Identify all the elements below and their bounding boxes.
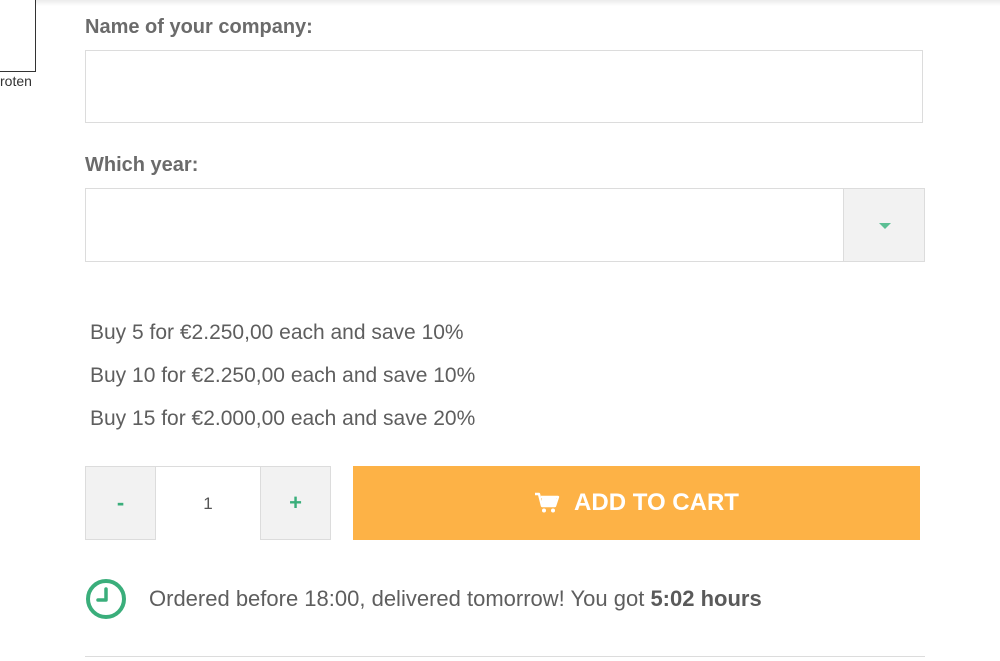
company-name-input[interactable] <box>85 50 923 123</box>
quantity-increase-button[interactable]: + <box>260 467 330 539</box>
clock-icon <box>86 579 126 619</box>
year-select[interactable] <box>85 188 925 262</box>
discount-tier-1: Buy 5 for €2.250,00 each and save 10% <box>90 321 464 344</box>
thumbnail-caption: roten <box>0 73 32 89</box>
top-shadow <box>0 0 1000 6</box>
discount-tier-2: Buy 10 for €2.250,00 each and save 10% <box>90 364 476 387</box>
add-to-cart-label: ADD TO CART <box>574 489 739 516</box>
delivery-countdown: 5:02 hours <box>650 586 762 611</box>
add-to-cart-button[interactable]: ADD TO CART <box>353 466 920 540</box>
quantity-stepper: - + <box>85 466 331 541</box>
thumbnail-image[interactable] <box>0 0 36 72</box>
company-name-label: Name of your company: <box>85 16 313 38</box>
discount-tier-3: Buy 15 for €2.000,00 each and save 20% <box>90 407 476 430</box>
delivery-text: Ordered before 18:00, delivered tomorrow… <box>149 586 762 612</box>
year-select-toggle[interactable] <box>843 189 924 261</box>
chevron-down-icon <box>879 223 891 229</box>
divider <box>85 656 925 657</box>
delivery-message: Ordered before 18:00, delivered tomorrow… <box>149 586 645 611</box>
quantity-decrease-button[interactable]: - <box>86 467 156 539</box>
quantity-input[interactable] <box>156 467 260 541</box>
cart-icon <box>535 492 560 513</box>
year-label: Which year: <box>85 154 199 176</box>
delivery-info: Ordered before 18:00, delivered tomorrow… <box>85 578 762 620</box>
